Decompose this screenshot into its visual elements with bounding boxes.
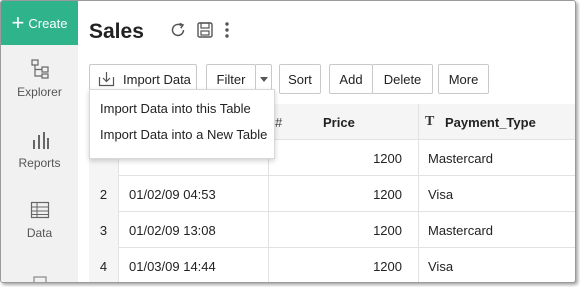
create-label: Create bbox=[28, 15, 68, 31]
sidebar: + Create Explorer Reports Data bbox=[1, 1, 78, 282]
menu-item-import-into-this-table[interactable]: Import Data into this Table bbox=[100, 101, 251, 116]
sort-label: Sort bbox=[288, 71, 312, 87]
table-row[interactable]: 2 01/02/09 04:53 1200 Visa bbox=[89, 176, 575, 212]
delete-button[interactable]: Delete bbox=[372, 64, 433, 94]
delete-label: Delete bbox=[383, 71, 422, 87]
number-type-icon: # bbox=[275, 114, 283, 130]
sort-button[interactable]: Sort bbox=[279, 64, 321, 94]
text-type-icon: T bbox=[425, 114, 435, 129]
add-label: Add bbox=[339, 71, 363, 87]
sidebar-item-label: Explorer bbox=[17, 85, 62, 99]
explorer-icon bbox=[30, 59, 49, 79]
more-button[interactable]: More bbox=[438, 64, 489, 94]
payment-type-cell[interactable]: Visa bbox=[419, 176, 575, 212]
sidebar-item-data[interactable]: Data bbox=[1, 200, 78, 240]
import-data-menu: Import Data into this Table Import Data … bbox=[89, 89, 275, 159]
column-header-payment-type[interactable]: T Payment_Type bbox=[419, 104, 575, 140]
sidebar-item-reports[interactable]: Reports bbox=[1, 130, 78, 170]
sidebar-item-partial[interactable] bbox=[1, 271, 78, 282]
row-number: 3 bbox=[89, 212, 119, 248]
import-data-label: Import Data bbox=[123, 71, 191, 87]
sidebar-item-label: Reports bbox=[18, 156, 61, 170]
app-window: + Create Explorer Reports Data Sales Imp… bbox=[0, 0, 576, 283]
sidebar-item-explorer[interactable]: Explorer bbox=[1, 59, 78, 99]
price-cell[interactable]: 1200 bbox=[269, 140, 419, 176]
more-vertical-icon[interactable] bbox=[223, 21, 231, 39]
payment-type-cell[interactable]: Visa bbox=[419, 248, 575, 282]
price-cell[interactable]: 1200 bbox=[269, 248, 419, 282]
column-header-label: Price bbox=[323, 114, 355, 130]
date-cell[interactable]: 01/02/09 04:53 bbox=[119, 176, 269, 212]
price-cell[interactable]: 1200 bbox=[269, 212, 419, 248]
create-button[interactable]: + Create bbox=[1, 1, 78, 45]
date-cell[interactable]: 01/03/09 14:44 bbox=[119, 248, 269, 282]
filter-label: Filter bbox=[216, 71, 246, 87]
plus-icon: + bbox=[11, 10, 25, 35]
column-header-label: Payment_Type bbox=[445, 114, 536, 130]
payment-type-cell[interactable]: Mastercard bbox=[419, 140, 575, 176]
row-number: 4 bbox=[89, 248, 119, 282]
sidebar-item-label: Data bbox=[26, 226, 53, 240]
partial-icon bbox=[32, 276, 47, 282]
date-cell[interactable]: 01/02/09 13:08 bbox=[119, 212, 269, 248]
table-row[interactable]: 3 01/02/09 13:08 1200 Mastercard bbox=[89, 212, 575, 248]
chevron-down-icon bbox=[259, 76, 268, 82]
page-title: Sales bbox=[89, 20, 144, 43]
more-label: More bbox=[448, 71, 479, 87]
data-icon bbox=[30, 201, 49, 219]
save-icon[interactable] bbox=[196, 21, 214, 39]
payment-type-cell[interactable]: Mastercard bbox=[419, 212, 575, 248]
add-button[interactable]: Add bbox=[329, 64, 373, 94]
reports-icon bbox=[32, 132, 49, 149]
import-icon bbox=[98, 72, 115, 87]
refresh-icon[interactable] bbox=[169, 21, 187, 39]
row-number: 2 bbox=[89, 176, 119, 212]
table-row[interactable]: 4 01/03/09 14:44 1200 Visa bbox=[89, 248, 575, 282]
price-cell[interactable]: 1200 bbox=[269, 176, 419, 212]
column-header-price[interactable]: # Price bbox=[269, 104, 419, 140]
menu-item-import-into-new-table[interactable]: Import Data into a New Table bbox=[100, 127, 267, 142]
